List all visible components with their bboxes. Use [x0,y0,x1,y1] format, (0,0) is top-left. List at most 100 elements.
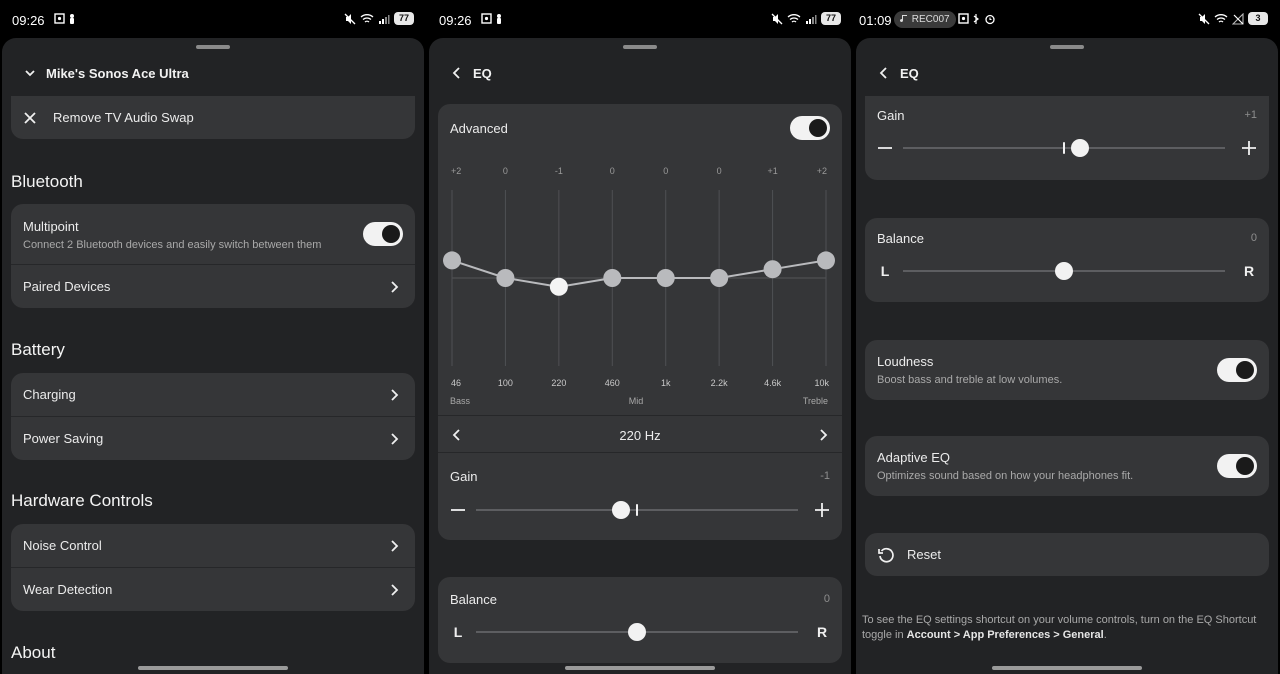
section-title-about: About [11,643,56,662]
status-notification-icons [958,13,998,28]
eq-band-node[interactable] [443,251,461,270]
device-header[interactable]: Mike's Sonos Ace Ultra [2,60,424,86]
balance-card: Balance 0 L R [438,577,842,663]
plus-icon[interactable] [1239,138,1259,158]
remove-tv-audio-swap-card[interactable]: Remove TV Audio Swap [11,96,415,139]
multipoint-row[interactable]: Multipoint Connect 2 Bluetooth devices a… [11,204,415,264]
chevron-down-icon[interactable] [22,65,38,81]
back-chevron-icon[interactable] [876,65,892,81]
chevron-right-icon [391,432,399,445]
eq-band-node[interactable] [817,251,835,270]
loudness-toggle[interactable] [1217,358,1257,382]
multipoint-toggle[interactable] [363,222,403,246]
eq-band-frequency-label: 460 [605,378,620,388]
home-indicator[interactable] [992,666,1142,670]
balance-value: 0 [1250,232,1257,244]
eq-band-node[interactable] [763,260,782,279]
gain-value: +1 [1244,109,1257,121]
home-indicator[interactable] [138,666,288,670]
adaptive-eq-row[interactable]: Adaptive EQ Optimizes sound based on how… [865,436,1269,496]
minus-icon[interactable] [875,138,895,158]
eq-band-node[interactable] [496,269,515,287]
multipoint-description: Connect 2 Bluetooth devices and easily s… [23,239,322,251]
next-band-icon[interactable] [816,428,830,442]
eq-band-gain-label: +1 [767,166,777,176]
remove-tv-audio-swap-row[interactable]: Remove TV Audio Swap [11,96,415,139]
home-indicator[interactable] [565,666,715,670]
sheet-grabber[interactable] [623,45,657,49]
eq-region-treble: Treble [803,396,828,406]
power-saving-label: Power Saving [23,431,104,446]
hardware-controls-card: Noise Control Wear Detection [11,524,415,611]
charging-row[interactable]: Charging [11,373,415,416]
balance-label: Balance [450,592,497,607]
eq-band-node-selected[interactable] [549,277,568,296]
minus-icon[interactable] [448,500,468,520]
reset-button[interactable]: Reset [865,533,1269,576]
adaptive-eq-toggle[interactable] [1217,454,1257,478]
balance-slider[interactable]: L R [865,251,1269,291]
status-notification-icons [481,13,505,28]
loudness-label: Loudness [877,354,934,369]
noise-control-label: Noise Control [23,538,102,553]
balance-thumb[interactable] [1055,262,1073,280]
noise-control-row[interactable]: Noise Control [11,524,415,567]
gain-label: Gain [877,108,905,123]
balance-card: Balance 0 L R [865,218,1269,302]
sheet-grabber[interactable] [196,45,230,49]
sheet-grabber[interactable] [1050,45,1084,49]
chevron-right-icon [391,388,399,401]
eq-graph[interactable]: +2460100-1220046001k02.2k+14.6k+210kBass… [438,152,842,416]
footnote-path-link[interactable]: Account > App Preferences > General [907,629,1104,641]
recording-label: REC007 [911,14,950,25]
eq-band-node[interactable] [710,269,729,287]
footnote-end: . [1103,629,1107,641]
chevron-right-icon [391,539,399,552]
status-system-icons: 3 [1198,12,1268,25]
eq-band-node[interactable] [656,269,675,287]
balance-right-label: R [816,624,828,640]
signal-icon [379,14,390,24]
eq-band-frequency-label: 1k [661,378,671,388]
screen-eq-settings: 01:09 REC007 3 EQ Gain +1 Balance 0 L R … [856,0,1278,674]
gain-default-tick [1063,142,1065,154]
paired-devices-row[interactable]: Paired Devices [11,264,415,308]
battery-indicator: 3 [1248,12,1268,25]
adaptive-eq-card: Adaptive EQ Optimizes sound based on how… [865,436,1269,496]
multipoint-label: Multipoint [23,219,79,234]
gain-slider[interactable] [438,490,842,530]
battery-card: Charging Power Saving [11,373,415,460]
gain-thumb[interactable] [611,501,630,519]
gain-control: Gain -1 [438,454,842,540]
page-title: EQ [900,65,919,81]
music-note-icon [900,15,907,23]
status-bar: 09:26 77 [2,0,424,38]
advanced-row[interactable]: Advanced [438,104,842,152]
loudness-row[interactable]: Loudness Boost bass and treble at low vo… [865,340,1269,400]
power-saving-row[interactable]: Power Saving [11,416,415,460]
battery-indicator: 77 [394,12,414,25]
status-notification-icons [54,13,78,28]
eq-shortcut-footnote: To see the EQ settings shortcut on your … [862,613,1270,643]
page-title: EQ [473,65,492,81]
eq-band-frequency-label: 10k [814,378,829,388]
balance-slider[interactable]: L R [438,612,842,652]
reset-card[interactable]: Reset [865,533,1269,576]
chevron-right-icon [391,280,399,293]
gain-slider[interactable] [865,128,1269,168]
advanced-toggle[interactable] [790,116,830,140]
charging-label: Charging [23,387,76,402]
gain-thumb[interactable] [1071,139,1090,157]
screenshot-icon [481,13,501,24]
plus-icon[interactable] [812,500,832,520]
wear-detection-row[interactable]: Wear Detection [11,567,415,611]
gain-default-tick [636,504,638,516]
recording-chip[interactable]: REC007 [894,11,956,28]
eq-band-node[interactable] [603,269,622,287]
reset-label: Reset [907,547,941,562]
screenshot-icon [54,13,74,24]
balance-thumb[interactable] [628,623,646,641]
advanced-eq-card: Advanced +2 46 0 100 -1 220 0 460 0 1k 0 2.2k +1 4.6k… [438,104,842,540]
mute-icon [344,13,356,24]
back-chevron-icon[interactable] [449,65,465,81]
